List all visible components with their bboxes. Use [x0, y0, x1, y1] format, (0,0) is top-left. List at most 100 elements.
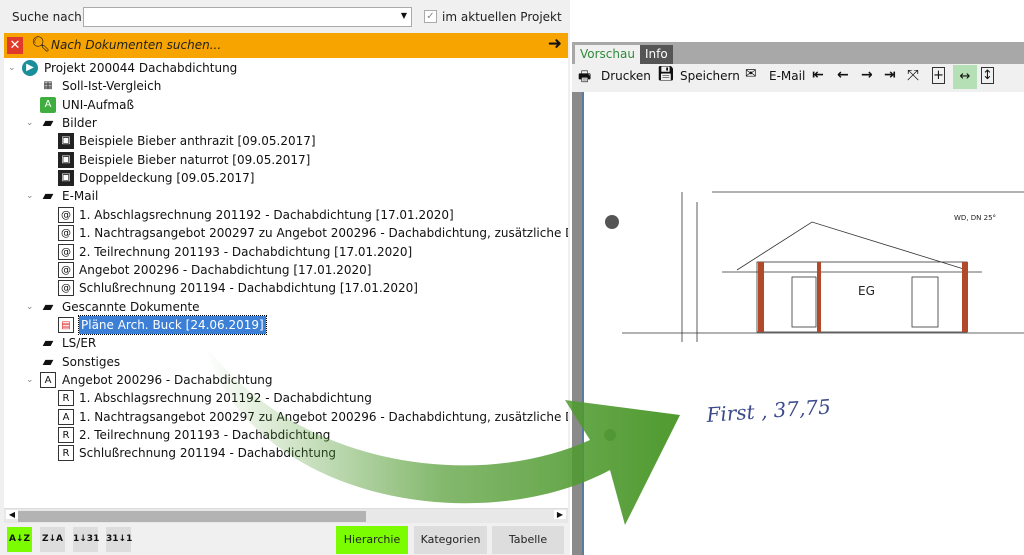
last-page-icon[interactable]: ⇥	[884, 67, 896, 83]
email-doc-icon: @	[58, 243, 74, 260]
scroll-right-icon[interactable]: ▶	[554, 510, 566, 519]
preview-panel: Vorschau Info 🖶 Drucken 💾︎ Speichern ✉ E…	[572, 42, 1024, 555]
tree-item-label: Projekt 200044 Dachabdichtung	[44, 61, 238, 75]
tree-item[interactable]: ⌄ A Angebot 200296 - Dachabdichtung	[4, 371, 568, 389]
current-project-checkbox[interactable]: ✓	[424, 10, 437, 23]
floor-label: EG	[858, 284, 875, 298]
scroll-left-icon[interactable]: ◀	[6, 510, 18, 519]
fit-page-icon[interactable]: +	[932, 67, 945, 84]
scrollbar-thumb[interactable]	[18, 511, 366, 522]
document-tree: ⌄ ▶ Projekt 200044 Dachabdichtung ▦ Soll-Ist…	[4, 58, 568, 508]
tree-item[interactable]: ▣ Beispiele Bieber anthrazit [09.05.2017]	[4, 132, 568, 150]
tree-item-label: Bilder	[62, 116, 97, 131]
tree-item-label: Gescannte Dokumente	[62, 299, 200, 314]
email-doc-icon: @	[58, 225, 74, 242]
tree-item-label: Doppeldeckung [09.05.2017]	[79, 171, 255, 186]
tree-item[interactable]: @1. Abschlagsrechnung 201192 - Dachabdic…	[4, 206, 568, 224]
tree-item[interactable]: ⌄ ▰ Bilder	[4, 114, 568, 132]
handwritten-note: First , 37,75	[705, 394, 832, 427]
sort-az-icon[interactable]: A↓Z	[7, 527, 32, 552]
view-tabelle-button[interactable]: Tabelle	[492, 526, 564, 554]
tree-item[interactable]: ▣ Doppeldeckung [09.05.2017]	[4, 169, 568, 187]
email-doc-icon: @	[58, 280, 74, 297]
first-page-icon[interactable]: ⇤	[812, 67, 824, 83]
tree-item[interactable]: ▰ Sonstiges	[4, 353, 568, 371]
folder-icon: ▰	[42, 353, 54, 370]
tree-item[interactable]: A 1. Nachtragsangebot 200297 zu Angebot 2…	[4, 408, 568, 426]
tree-item[interactable]: @ Angebot 200296 - Dachabdichtung [17.01.…	[4, 261, 568, 279]
tree-item-label: 1. Nachtragsangebot 200297 zu Angebot 20…	[79, 409, 568, 424]
previous-page-icon[interactable]: ←	[837, 67, 849, 83]
tree-item[interactable]: ▣ Beispiele Bieber naturrot [09.05.2017]	[4, 151, 568, 169]
tree-item[interactable]: @ Schlußrechnung 201194 - Dachabdichtung …	[4, 279, 568, 297]
expand-chevron-icon[interactable]: ⌄	[26, 371, 34, 389]
tree-item-label: Soll-Ist-Vergleich	[62, 79, 162, 94]
tree-item-label: 2. Teilrechnung 201193 - Dachabdichtung …	[79, 244, 413, 259]
sort-za-icon[interactable]: Z↓A	[40, 527, 65, 552]
view-kategorien-button[interactable]: Kategorien	[414, 526, 487, 554]
search-go-arrow-icon[interactable]: ➜	[548, 34, 562, 54]
comparison-table-icon: ▦	[43, 80, 53, 92]
search-label: Suche nach	[12, 10, 82, 24]
folder-icon: ▰	[42, 298, 54, 315]
tree-item-label: UNI-Aufmaß	[62, 97, 135, 112]
tree-item[interactable]: R 2. Teilrechnung 201193 - Dachabdichtung	[4, 426, 568, 444]
current-project-label: im aktuellen Projekt	[442, 10, 562, 24]
clear-search-button[interactable]: ✕	[7, 37, 23, 54]
invoice-doc-icon: R	[58, 445, 74, 462]
tree-item[interactable]: ▰ LS/ER	[4, 334, 568, 352]
save-icon[interactable]: 💾︎	[657, 66, 675, 82]
tree-item-label: Schlußrechnung 201194 - Dachabdichtung […	[79, 281, 418, 296]
expand-chevron-icon[interactable]: ⌄	[26, 298, 34, 316]
tree-item[interactable]: @1. Nachtragsangebot 200297 zu Angebot 2…	[4, 224, 568, 242]
fit-width-icon[interactable]: ↔	[953, 65, 977, 89]
fit-height-icon[interactable]: ↕	[981, 67, 994, 84]
project-play-icon: ▶	[22, 60, 38, 76]
tree-item[interactable]: R 1. Abschlagsrechnung 201192 - Dachabdic…	[4, 389, 568, 407]
tab-vorschau[interactable]: Vorschau	[575, 45, 640, 64]
folder-icon: ▰	[42, 188, 54, 205]
image-icon: ▣	[58, 170, 74, 187]
email-doc-icon: @	[58, 206, 74, 223]
preview-tabs: Vorschau Info	[572, 42, 1024, 64]
tree-item[interactable]: ▤ Pläne Arch. Buck [24.06.2019]	[4, 314, 568, 335]
document-search-bar: ✕ 🔍︎ Nach Dokumenten suchen... ➜	[4, 33, 568, 58]
tree-item-label: Beispiele Bieber naturrot [09.05.2017]	[79, 152, 311, 167]
tree-item[interactable]: ⌄ ▶ Projekt 200044 Dachabdichtung	[4, 59, 568, 77]
search-scope-select[interactable]: ▼	[83, 7, 412, 27]
save-button[interactable]: Speichern	[680, 69, 740, 83]
email-button[interactable]: E-Mail	[769, 69, 805, 83]
search-icon: 🔍︎	[31, 35, 51, 53]
tree-item-label: Sonstiges	[62, 354, 121, 369]
next-page-icon[interactable]: →	[861, 67, 873, 83]
sort-1-31-icon[interactable]: 1↓31	[73, 527, 99, 552]
expand-chevron-icon[interactable]: ⌄	[26, 187, 34, 205]
tree-item[interactable]: ⌄ ▰ Gescannte Dokumente	[4, 298, 568, 316]
view-hierarchie-button[interactable]: Hierarchie	[336, 526, 408, 554]
tree-item[interactable]: @2. Teilrechnung 201193 - Dachabdichtung…	[4, 243, 568, 261]
expand-chevron-icon[interactable]: ⌄	[8, 59, 16, 77]
tree-item-label: 2. Teilrechnung 201193 - Dachabdichtung	[79, 428, 331, 442]
expand-chevron-icon[interactable]: ⌄	[26, 114, 34, 132]
document-panel: Suche nach ▼ ✓ im aktuellen Projekt ✕ 🔍︎…	[0, 0, 570, 555]
offer-doc-icon: A	[58, 408, 74, 425]
tree-item-label: 1. Nachtragsangebot 200297 zu Angebot 20…	[79, 226, 568, 241]
document-search-input[interactable]: Nach Dokumenten suchen...	[51, 38, 221, 52]
tab-info[interactable]: Info	[640, 45, 673, 64]
tree-item[interactable]: ⌄ ▰ E-Mail	[4, 187, 568, 205]
tree-item-label: Angebot 200296 - Dachabdichtung	[62, 372, 273, 387]
search-bar: Suche nach ▼ ✓ im aktuellen Projekt	[0, 0, 570, 32]
tree-item-label: 1. Abschlagsrechnung 201192 - Dachabdich…	[79, 391, 372, 406]
printer-icon[interactable]: 🖶	[578, 66, 591, 90]
sort-31-1-icon[interactable]: 31↓1	[106, 527, 132, 552]
tree-item[interactable]: ▦ Soll-Ist-Vergleich	[4, 77, 568, 95]
horizontal-scrollbar[interactable]: ◀ ▶	[4, 508, 568, 523]
email-icon[interactable]: ✉	[745, 66, 757, 82]
print-button[interactable]: Drucken	[601, 69, 651, 83]
tree-item[interactable]: A UNI-Aufmaß	[4, 96, 568, 114]
fullscreen-icon[interactable]: ⤧	[907, 66, 919, 84]
tree-item[interactable]: R Schlußrechnung 201194 - Dachabdichtung	[4, 444, 568, 462]
tree-item-label: Pläne Arch. Buck [24.06.2019]	[78, 314, 267, 335]
tree-item-label: Beispiele Bieber anthrazit [09.05.2017]	[79, 134, 316, 149]
tree-item-label: E-Mail	[62, 189, 99, 204]
